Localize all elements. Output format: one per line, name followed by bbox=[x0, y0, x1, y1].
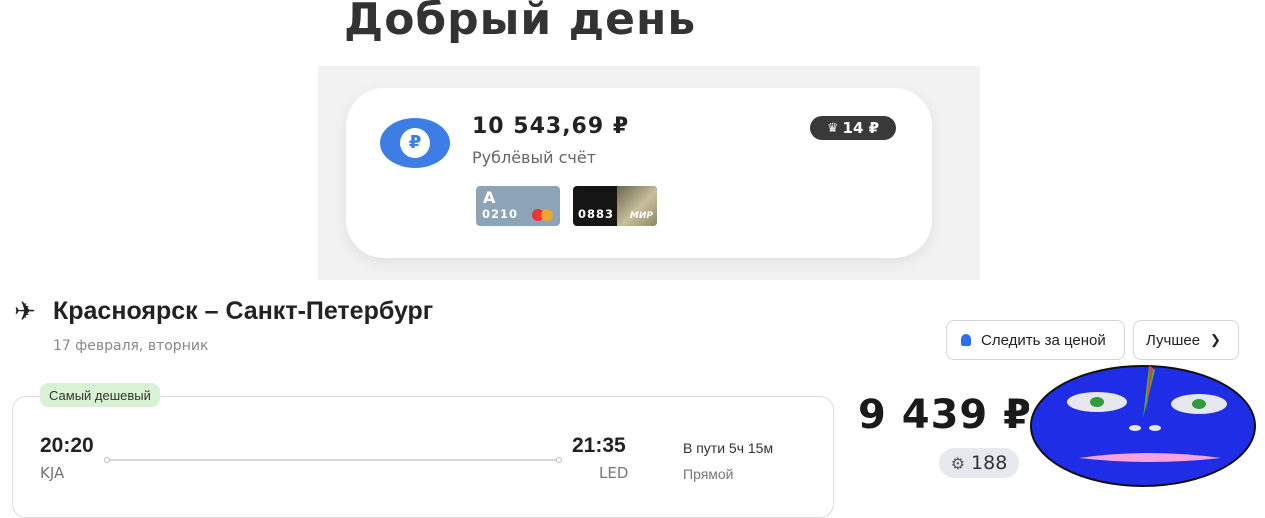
mastercard-icon bbox=[532, 209, 554, 221]
route-date: 17 февраля, вторник bbox=[53, 338, 209, 354]
bell-icon bbox=[961, 334, 971, 346]
flight-stops: Прямой bbox=[683, 466, 734, 482]
mir-logo: МИР bbox=[629, 211, 653, 221]
card-number: 0210 bbox=[482, 207, 519, 221]
cheapest-badge: Самый дешевый bbox=[40, 383, 160, 407]
track-price-button[interactable]: Следить за ценой bbox=[946, 320, 1125, 360]
arrival-time: 21:35 bbox=[572, 434, 626, 457]
account-name: Рублёвый счёт bbox=[472, 148, 597, 167]
route-title: Красноярск – Санкт-Петербург bbox=[53, 297, 434, 325]
departure-time: 20:20 bbox=[40, 434, 94, 457]
sort-label: Лучшее bbox=[1146, 331, 1201, 349]
crown-icon: ♛ bbox=[826, 120, 839, 136]
blue-face-image bbox=[1029, 362, 1265, 488]
chevron-down-icon: ❯ bbox=[1210, 332, 1221, 347]
cashback-amount: 14 ₽ bbox=[842, 119, 880, 137]
sort-select[interactable]: Лучшее ❯ bbox=[1133, 320, 1239, 360]
bonus-badge: ⚙ 188 bbox=[939, 448, 1019, 478]
card-bank-letter: A bbox=[483, 188, 496, 207]
account-card[interactable]: ₽ 10 543,69 ₽ Рублёвый счёт ♛ 14 ₽ A 021… bbox=[346, 88, 932, 258]
card-number: 0883 bbox=[578, 207, 615, 221]
arrival-airport-code: LED bbox=[599, 464, 629, 482]
bank-card-0210[interactable]: A 0210 bbox=[476, 186, 560, 226]
ruble-account-icon: ₽ bbox=[380, 118, 450, 168]
flight-duration: В пути 5ч 15м bbox=[683, 440, 774, 456]
account-balance: 10 543,69 ₽ bbox=[472, 114, 630, 139]
blue-face-illustration bbox=[1030, 365, 1256, 487]
flight-price[interactable]: 9 439 ₽ bbox=[858, 392, 1032, 438]
bank-card-0883[interactable]: 0883 МИР bbox=[573, 186, 657, 226]
departure-airport-code: KJA bbox=[40, 464, 65, 482]
track-price-label: Следить за ценой bbox=[981, 331, 1106, 349]
gear-icon: ⚙ bbox=[950, 453, 966, 473]
greeting-heading: Добрый день bbox=[344, 0, 697, 45]
cashback-badge[interactable]: ♛ 14 ₽ bbox=[810, 116, 896, 140]
bonus-amount: 188 bbox=[971, 452, 1008, 474]
airplane-icon: ✈ bbox=[14, 297, 36, 327]
flight-timeline bbox=[104, 457, 562, 463]
